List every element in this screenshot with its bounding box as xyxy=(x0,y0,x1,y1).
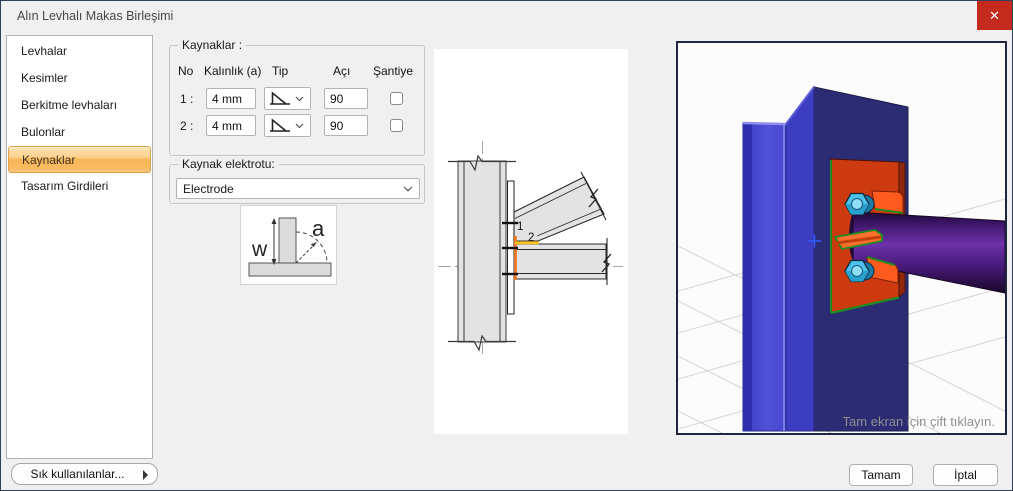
chevron-down-icon xyxy=(295,96,304,101)
cancel-button-label: İptal xyxy=(954,468,977,482)
weld-row1-type-dropdown[interactable] xyxy=(264,87,311,110)
electrode-select[interactable]: Electrode xyxy=(176,178,420,199)
weld-1-label: 1 xyxy=(517,221,523,233)
chevron-down-icon xyxy=(403,186,413,192)
fillet-weld-icon xyxy=(270,118,290,132)
title-bar: Alın Levhalı Makas Birleşimi ✕ xyxy=(1,1,1012,31)
window-title: Alın Levhalı Makas Birleşimi xyxy=(17,9,174,23)
viewer-3d[interactable]: Tam ekran için çift tıklayın. xyxy=(676,41,1007,490)
weld-row1-no: 1 : xyxy=(180,92,194,106)
favorites-button[interactable]: Sık kullanılanlar... xyxy=(11,463,158,485)
weld-row2-thickness-input[interactable] xyxy=(206,115,256,136)
beam-2d xyxy=(513,238,612,285)
welds-group-title: Kaynaklar : xyxy=(178,38,247,52)
sidebar-item-tasarim-girdileri[interactable]: Tasarım Girdileri xyxy=(8,173,151,200)
cancel-button[interactable]: İptal xyxy=(933,464,998,486)
weld-symbol-a-label: a xyxy=(312,216,325,241)
weld-symbol-w-label: w xyxy=(251,238,268,261)
bolt-upper xyxy=(844,192,875,216)
column-2d xyxy=(448,154,516,352)
sidebar-item-berkitme-levhalari[interactable]: Berkitme levhaları xyxy=(8,92,151,119)
col-header-angle: Açı xyxy=(333,64,351,78)
favorites-button-label: Sık kullanılanlar... xyxy=(30,467,125,481)
col-header-site: Şantiye xyxy=(373,64,414,78)
sidebar-list: Levhalar Kesimler Berkitme levhaları Bul… xyxy=(6,35,153,459)
weld-row1-angle-input[interactable] xyxy=(324,88,368,109)
weld-row2-no: 2 : xyxy=(180,119,194,133)
drawing-2d: 1 2 xyxy=(434,49,628,434)
favorites-arrow-icon xyxy=(143,470,148,480)
dialog-alin-levhali-makas-birlesimi: Alın Levhalı Makas Birleşimi ✕ Levhalar … xyxy=(0,0,1013,491)
weld-row2-angle-input[interactable] xyxy=(324,115,368,136)
electrode-group-title: Kaynak elektrotu: xyxy=(178,157,279,171)
col-header-no: No xyxy=(178,64,194,78)
weld-symbol-image: w a xyxy=(240,205,337,285)
ok-button[interactable]: Tamam xyxy=(849,464,913,486)
diagonal-brace-2d xyxy=(513,171,607,242)
electrode-value: Electrode xyxy=(183,181,234,196)
weld-row1-thickness-input[interactable] xyxy=(206,88,256,109)
col-header-thickness: Kalınlık (a) xyxy=(204,64,262,78)
sidebar-item-kaynaklar[interactable]: Kaynaklar xyxy=(8,146,151,173)
weld-symbol-svg: w a xyxy=(248,216,332,277)
bolt-lower xyxy=(844,259,875,283)
weld-2-label: 2 xyxy=(528,232,534,244)
chevron-down-icon xyxy=(295,123,304,128)
close-icon: ✕ xyxy=(989,7,1000,23)
sidebar-item-bulonlar[interactable]: Bulonlar xyxy=(8,119,151,146)
electrode-groupbox: Kaynak elektrotu: Electrode xyxy=(169,157,425,204)
sidebar-item-kesimler[interactable]: Kesimler xyxy=(8,65,151,92)
weld-row2-type-dropdown[interactable] xyxy=(264,114,311,137)
weld-row1-site-checkbox[interactable] xyxy=(390,92,403,105)
fullscreen-hint: Tam ekran için çift tıklayın. xyxy=(842,414,995,429)
sidebar-item-levhalar[interactable]: Levhalar xyxy=(8,38,151,65)
viewer-3d-scene xyxy=(677,85,1006,490)
close-button[interactable]: ✕ xyxy=(977,1,1012,30)
fillet-weld-icon xyxy=(270,91,290,105)
weld-row2-site-checkbox[interactable] xyxy=(390,119,403,132)
col-header-type: Tip xyxy=(272,64,289,78)
welds-groupbox: Kaynaklar : No Kalınlık (a) Tip Açı Şant… xyxy=(169,38,425,156)
ok-button-label: Tamam xyxy=(861,468,901,482)
drawing-2d-svg: 1 2 xyxy=(438,141,623,355)
